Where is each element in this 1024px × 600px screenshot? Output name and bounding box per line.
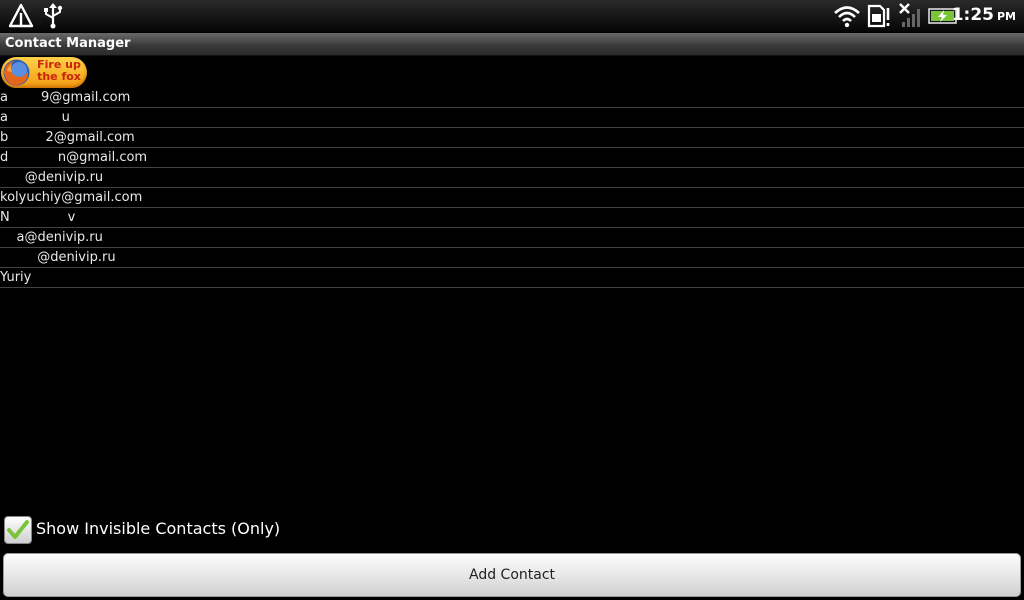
contact-label: a u	[0, 110, 70, 125]
checkmark-icon	[7, 520, 29, 539]
contact-row[interactable]: Yuriy	[0, 268, 1024, 288]
contact-label: N v	[0, 210, 76, 225]
wifi-icon	[833, 3, 861, 33]
show-invisible-label: Show Invisible Contacts (Only)	[36, 519, 281, 538]
no-signal-icon	[898, 3, 924, 33]
banner-text: Fire up the fox	[37, 58, 81, 83]
contact-label: a@denivip.ru	[0, 230, 103, 245]
app-title: Contact Manager	[5, 36, 131, 51]
contact-row[interactable]: a 9@gmail.com	[0, 88, 1024, 108]
contact-row[interactable]: kolyuchiy@gmail.com	[0, 188, 1024, 208]
contact-row[interactable]: @denivip.ru	[0, 168, 1024, 188]
firefox-banner[interactable]: Fire up the fox	[1, 57, 87, 88]
contact-row[interactable]: a u	[0, 108, 1024, 128]
contact-row[interactable]: N v	[0, 208, 1024, 228]
contact-label: Yuriy	[0, 270, 32, 285]
contact-row[interactable]: @denivip.ru	[0, 248, 1024, 268]
alert-icon	[8, 3, 34, 33]
clock: 1:25 PM	[952, 5, 1016, 25]
title-bar: Contact Manager	[0, 33, 1024, 56]
usb-icon	[42, 3, 64, 33]
status-bar: 1:25 PM	[0, 0, 1024, 32]
clock-ampm: PM	[996, 10, 1016, 23]
show-invisible-checkbox[interactable]	[4, 516, 32, 544]
screen: 1:25 PM Contact Manager Fire up the fox a…	[0, 0, 1024, 600]
contact-row[interactable]: d n@gmail.com	[0, 148, 1024, 168]
contact-label: d n@gmail.com	[0, 150, 148, 165]
contact-label: kolyuchiy@gmail.com	[0, 190, 143, 205]
add-contact-button[interactable]: Add Contact	[3, 553, 1021, 597]
contact-label: b 2@gmail.com	[0, 130, 135, 145]
sim-alert-icon	[866, 3, 892, 33]
clock-time: 1:25	[951, 5, 994, 25]
contact-label: @denivip.ru	[0, 170, 104, 185]
firefox-icon	[2, 58, 31, 87]
contact-row[interactable]: b 2@gmail.com	[0, 128, 1024, 148]
contact-label: a 9@gmail.com	[0, 90, 131, 105]
contact-row[interactable]: a@denivip.ru	[0, 228, 1024, 248]
contact-list: a 9@gmail.com a u b 2@gmail.com d n@gmai…	[0, 88, 1024, 288]
contact-label: @denivip.ru	[0, 250, 116, 265]
